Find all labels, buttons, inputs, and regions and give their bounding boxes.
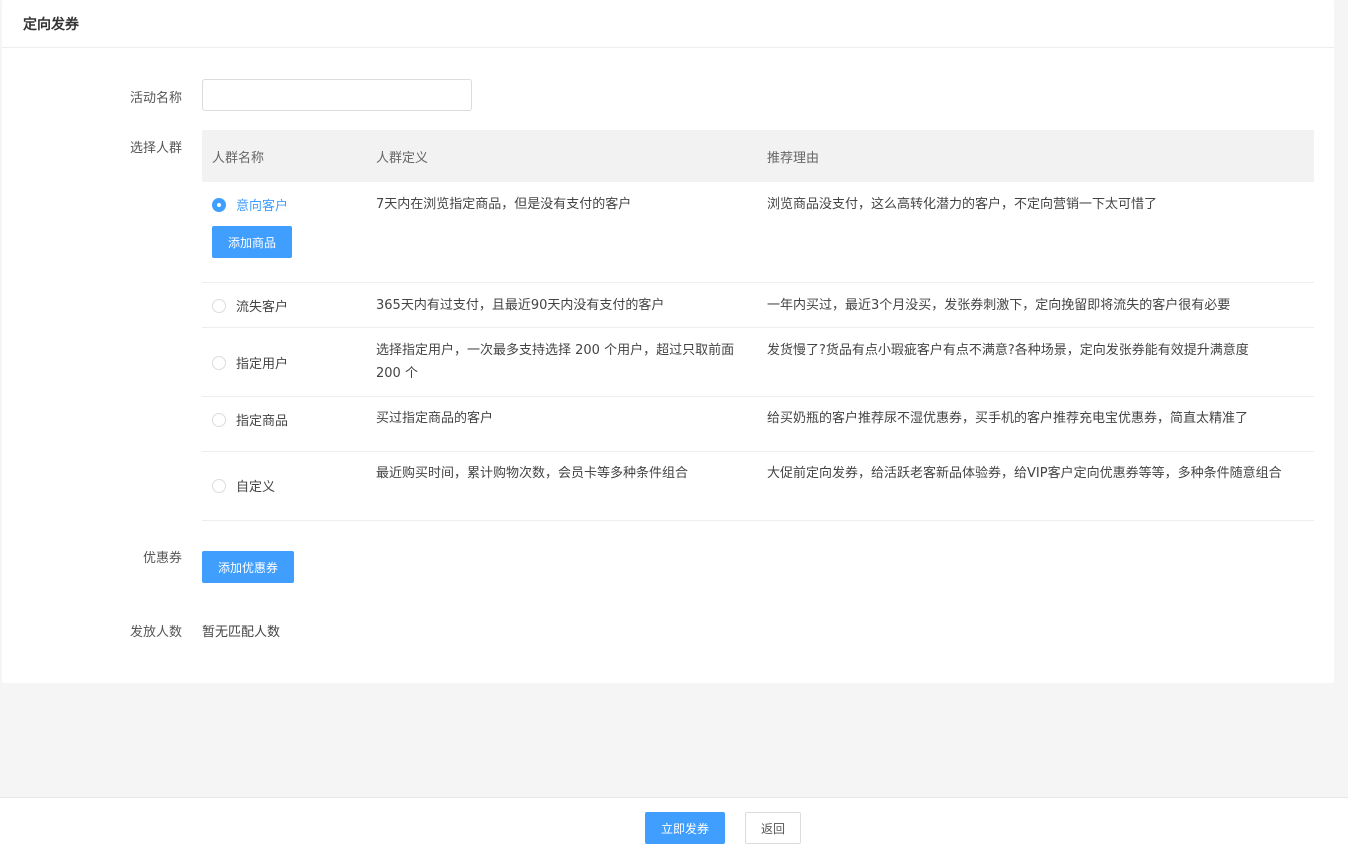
back-button[interactable]: 返回	[745, 812, 801, 844]
audience-name: 自定义	[236, 480, 276, 495]
main-card: 定向发券 活动名称 选择人群 人群名称 人群定义 推荐理由 意向客户 添加商品 …	[2, 0, 1334, 683]
coupon-label: 优惠券	[142, 551, 182, 566]
audience-definition: 选择指定用户，一次最多支持选择 200 个用户，超过只取前面 200 个	[376, 343, 735, 381]
table-row: 流失客户 365天内有过支付，且最近90天内没有支付的客户 一年内买过，最近3个…	[202, 283, 1314, 328]
audience-definition: 买过指定商品的客户	[376, 411, 494, 426]
recommend-reason: 给买奶瓶的客户推荐尿不湿优惠券，买手机的客户推荐充电宝优惠券，简直太精准了	[767, 411, 1249, 426]
radio-unchecked-icon	[212, 478, 226, 493]
recommend-reason: 大促前定向发券，给活跃老客新品体验券，给VIP客户定向优惠券等等，多种条件随意组…	[767, 466, 1282, 481]
audience-name: 指定用户	[236, 357, 289, 372]
radio-audience-specified-users[interactable]: 指定用户	[212, 353, 288, 372]
radio-unchecked-icon	[212, 298, 226, 313]
audience-definition: 7天内在浏览指定商品，但是没有支付的客户	[376, 197, 632, 212]
radio-unchecked-icon	[212, 355, 226, 370]
radio-checked-icon	[212, 197, 226, 212]
table-header: 人群名称 人群定义 推荐理由	[202, 130, 1314, 182]
recipients-value: 暂无匹配人数	[202, 625, 281, 640]
header-audience-name: 人群名称	[212, 150, 265, 166]
audience-name: 流失客户	[236, 300, 289, 315]
table-row: 指定商品 买过指定商品的客户 给买奶瓶的客户推荐尿不湿优惠券，买手机的客户推荐充…	[202, 397, 1314, 452]
table-row: 指定用户 选择指定用户，一次最多支持选择 200 个用户，超过只取前面 200 …	[202, 328, 1314, 397]
recommend-reason: 发货慢了?货品有点小瑕疵客户有点不满意?各种场景，定向发张券能有效提升满意度	[767, 343, 1249, 358]
activity-name-input[interactable]	[202, 79, 472, 111]
radio-audience-custom[interactable]: 自定义	[212, 476, 275, 495]
header-audience-definition: 人群定义	[376, 150, 429, 166]
page-title: 定向发券	[2, 0, 1334, 48]
footer-bar: 立即发券 返回	[0, 797, 1348, 852]
audience-definition: 365天内有过支付，且最近90天内没有支付的客户	[376, 298, 665, 313]
recommend-reason: 浏览商品没支付，这么高转化潜力的客户，不定向营销一下太可惜了	[767, 197, 1158, 212]
recipients-label: 发放人数	[129, 625, 182, 640]
add-product-button[interactable]: 添加商品	[212, 226, 292, 258]
audience-name: 指定商品	[236, 414, 289, 429]
radio-audience-intent[interactable]: 意向客户	[212, 195, 288, 214]
submit-button[interactable]: 立即发券	[645, 812, 725, 844]
table-row: 意向客户 添加商品 7天内在浏览指定商品，但是没有支付的客户 浏览商品没支付，这…	[202, 182, 1314, 283]
audience-definition: 最近购买时间，累计购物次数，会员卡等多种条件组合	[376, 466, 689, 481]
header-recommend-reason: 推荐理由	[767, 150, 820, 166]
audience-label: 选择人群	[129, 141, 182, 156]
activity-name-label: 活动名称	[129, 91, 182, 106]
radio-unchecked-icon	[212, 412, 226, 427]
radio-audience-specified-products[interactable]: 指定商品	[212, 410, 288, 429]
add-coupon-button[interactable]: 添加优惠券	[202, 551, 294, 583]
audience-table: 人群名称 人群定义 推荐理由 意向客户 添加商品 7天内在浏览指定商品，但是没有…	[202, 130, 1314, 521]
table-row: 自定义 最近购买时间，累计购物次数，会员卡等多种条件组合 大促前定向发券，给活跃…	[202, 452, 1314, 521]
radio-audience-lost[interactable]: 流失客户	[212, 296, 288, 315]
recommend-reason: 一年内买过，最近3个月没买，发张券刺激下，定向挽留即将流失的客户很有必要	[767, 298, 1231, 313]
audience-name: 意向客户	[236, 199, 289, 214]
